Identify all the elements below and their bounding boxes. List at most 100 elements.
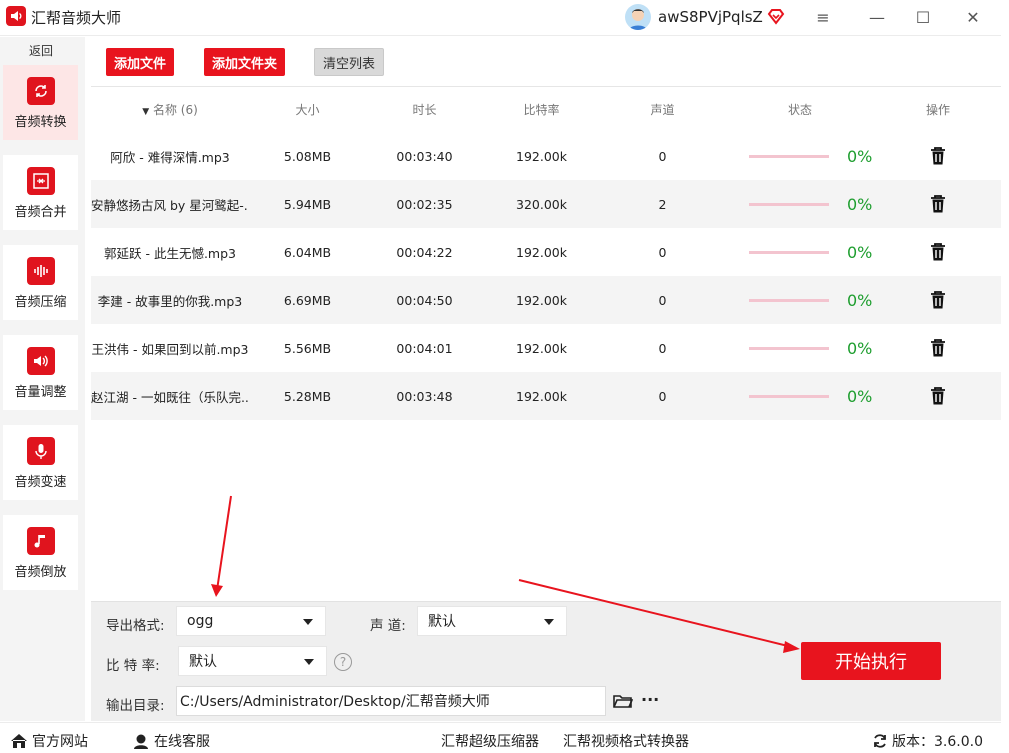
app-logo-icon bbox=[6, 6, 26, 26]
sidebar-item-label: 音频合并 bbox=[14, 205, 67, 220]
progress-bar bbox=[749, 346, 829, 350]
compressor-link[interactable]: 汇帮超级压缩器 bbox=[441, 731, 539, 751]
menu-icon[interactable]: ≡ bbox=[812, 6, 834, 28]
file-bitrate: 192.00k bbox=[516, 340, 567, 356]
file-bitrate: 192.00k bbox=[516, 388, 567, 404]
back-link[interactable]: 返回 bbox=[0, 42, 82, 59]
window-edge bbox=[1001, 0, 1009, 753]
file-channels: 0 bbox=[658, 292, 667, 308]
file-duration: 00:03:40 bbox=[396, 148, 453, 164]
title-bar: 汇帮音频大师 awS8PVjPqlsZ ≡ — ☐ ✕ bbox=[0, 0, 1001, 36]
app-title: 汇帮音频大师 bbox=[31, 9, 122, 27]
bitrate-value: 默认 bbox=[189, 654, 217, 670]
column-header-duration[interactable]: 时长 bbox=[366, 101, 483, 118]
headset-icon bbox=[134, 734, 148, 749]
delete-button[interactable] bbox=[875, 338, 1001, 358]
column-header-actions: 操作 bbox=[925, 103, 950, 117]
merge-icon bbox=[26, 167, 55, 195]
file-size: 5.08MB bbox=[283, 148, 332, 164]
progress-bar bbox=[749, 154, 829, 158]
more-options-button[interactable]: ··· bbox=[641, 690, 659, 709]
minimize-button[interactable]: — bbox=[866, 6, 888, 28]
online-support-link[interactable]: 在线客服 bbox=[132, 731, 210, 751]
column-header-bitrate[interactable]: 比特率 bbox=[483, 101, 600, 118]
progress-percent: 0% bbox=[847, 338, 873, 358]
trash-icon bbox=[931, 243, 945, 261]
add-folder-button[interactable]: 添加文件夹 bbox=[204, 48, 286, 76]
file-name: 王洪伟 - 如果回到以前.mp3 bbox=[91, 341, 249, 357]
sidebar-item-volume-adjust[interactable]: 音量调整 bbox=[3, 335, 78, 410]
progress-bar bbox=[749, 298, 829, 302]
column-header-name[interactable]: ▼ 名称 (6) bbox=[91, 101, 249, 118]
table-row[interactable]: 郭延跃 - 此生无憾.mp3 6.04MB 00:04:22 192.00k 0… bbox=[91, 228, 1001, 276]
sidebar-item-audio-reverse[interactable]: 音频倒放 bbox=[3, 515, 78, 590]
bitrate-select[interactable]: 默认 bbox=[178, 646, 327, 676]
video-converter-link[interactable]: 汇帮视频格式转换器 bbox=[563, 731, 689, 751]
add-file-button[interactable]: 添加文件 bbox=[106, 48, 175, 76]
convert-icon bbox=[26, 77, 55, 105]
file-channels: 2 bbox=[658, 196, 667, 212]
trash-icon bbox=[931, 147, 945, 165]
sidebar-item-audio-convert[interactable]: 音频转换 bbox=[3, 65, 78, 140]
file-size: 5.56MB bbox=[283, 340, 332, 356]
table-header: ▼ 名称 (6) 大小 时长 比特率 声道 状态 操作 bbox=[91, 86, 1001, 132]
username[interactable]: awS8PVjPqlsZ bbox=[658, 8, 763, 26]
sidebar-item-audio-compress[interactable]: 音频压缩 bbox=[3, 245, 78, 320]
table-row[interactable]: 赵江湖 - 一如既往（乐队完... 5.28MB 00:03:48 192.00… bbox=[91, 372, 1001, 420]
chevron-down-icon bbox=[303, 619, 313, 625]
compress-icon bbox=[26, 257, 55, 285]
file-name: 郭延跃 - 此生无憾.mp3 bbox=[104, 245, 236, 261]
file-name: 阿欣 - 难得深情.mp3 bbox=[110, 149, 230, 165]
file-duration: 00:02:35 bbox=[396, 196, 453, 212]
progress-bar bbox=[749, 394, 829, 398]
column-header-status: 状态 bbox=[787, 103, 812, 117]
folder-icon[interactable] bbox=[613, 693, 634, 713]
chevron-down-icon bbox=[544, 619, 554, 625]
sidebar-item-label: 音频变速 bbox=[14, 475, 67, 490]
file-bitrate: 192.00k bbox=[516, 292, 567, 308]
file-duration: 00:04:01 bbox=[396, 340, 453, 356]
official-website-link[interactable]: 官方网站 bbox=[10, 731, 88, 751]
format-value: ogg bbox=[187, 613, 214, 629]
sidebar-item-label: 音频压缩 bbox=[14, 295, 67, 310]
delete-button[interactable] bbox=[875, 194, 1001, 214]
file-channels: 0 bbox=[658, 244, 667, 260]
table-row[interactable]: 安静悠扬古风 by 星河鹭起-... 5.94MB 00:02:35 320.0… bbox=[91, 180, 1001, 228]
table-row[interactable]: 李建 - 故事里的你我.mp3 6.69MB 00:04:50 192.00k … bbox=[91, 276, 1001, 324]
channel-select[interactable]: 默认 bbox=[417, 606, 567, 636]
file-channels: 0 bbox=[658, 388, 667, 404]
file-bitrate: 320.00k bbox=[516, 196, 567, 212]
table-row[interactable]: 王洪伟 - 如果回到以前.mp3 5.56MB 00:04:01 192.00k… bbox=[91, 324, 1001, 372]
sidebar-item-audio-merge[interactable]: 音频合并 bbox=[3, 155, 78, 230]
clear-list-button[interactable]: 清空列表 bbox=[314, 48, 385, 76]
table-row[interactable]: 阿欣 - 难得深情.mp3 5.08MB 00:03:40 192.00k 0 … bbox=[91, 132, 1001, 180]
footer-link-label: 官方网站 bbox=[32, 734, 88, 750]
column-header-channels[interactable]: 声道 bbox=[600, 101, 725, 118]
start-button[interactable]: 开始执行 bbox=[801, 642, 941, 680]
channel-label: 声 道: bbox=[370, 618, 406, 634]
help-icon[interactable]: ? bbox=[334, 653, 352, 671]
output-path-field[interactable]: C:/Users/Administrator/Desktop/汇帮音频大师 bbox=[176, 686, 606, 716]
delete-button[interactable] bbox=[875, 146, 1001, 166]
delete-button[interactable] bbox=[875, 386, 1001, 406]
trash-icon bbox=[931, 387, 945, 405]
user-avatar[interactable] bbox=[625, 4, 651, 30]
vip-diamond-icon[interactable] bbox=[766, 7, 786, 27]
trash-icon bbox=[931, 291, 945, 309]
close-button[interactable]: ✕ bbox=[962, 6, 984, 28]
status-cell: 0% bbox=[725, 243, 875, 262]
volume-icon bbox=[26, 347, 55, 375]
sidebar-item-audio-speed[interactable]: 音频变速 bbox=[3, 425, 78, 500]
delete-button[interactable] bbox=[875, 242, 1001, 262]
version-info[interactable]: 版本：3.6.0.0 bbox=[872, 731, 983, 751]
delete-button[interactable] bbox=[875, 290, 1001, 310]
footer-link-label: 在线客服 bbox=[154, 734, 210, 750]
maximize-button[interactable]: ☐ bbox=[912, 6, 934, 28]
microphone-icon bbox=[26, 437, 55, 465]
format-select[interactable]: ogg bbox=[176, 606, 326, 636]
file-duration: 00:04:22 bbox=[396, 244, 453, 260]
file-size: 6.04MB bbox=[283, 244, 332, 260]
status-cell: 0% bbox=[725, 339, 875, 358]
progress-bar bbox=[749, 202, 829, 206]
column-header-size[interactable]: 大小 bbox=[249, 101, 366, 118]
